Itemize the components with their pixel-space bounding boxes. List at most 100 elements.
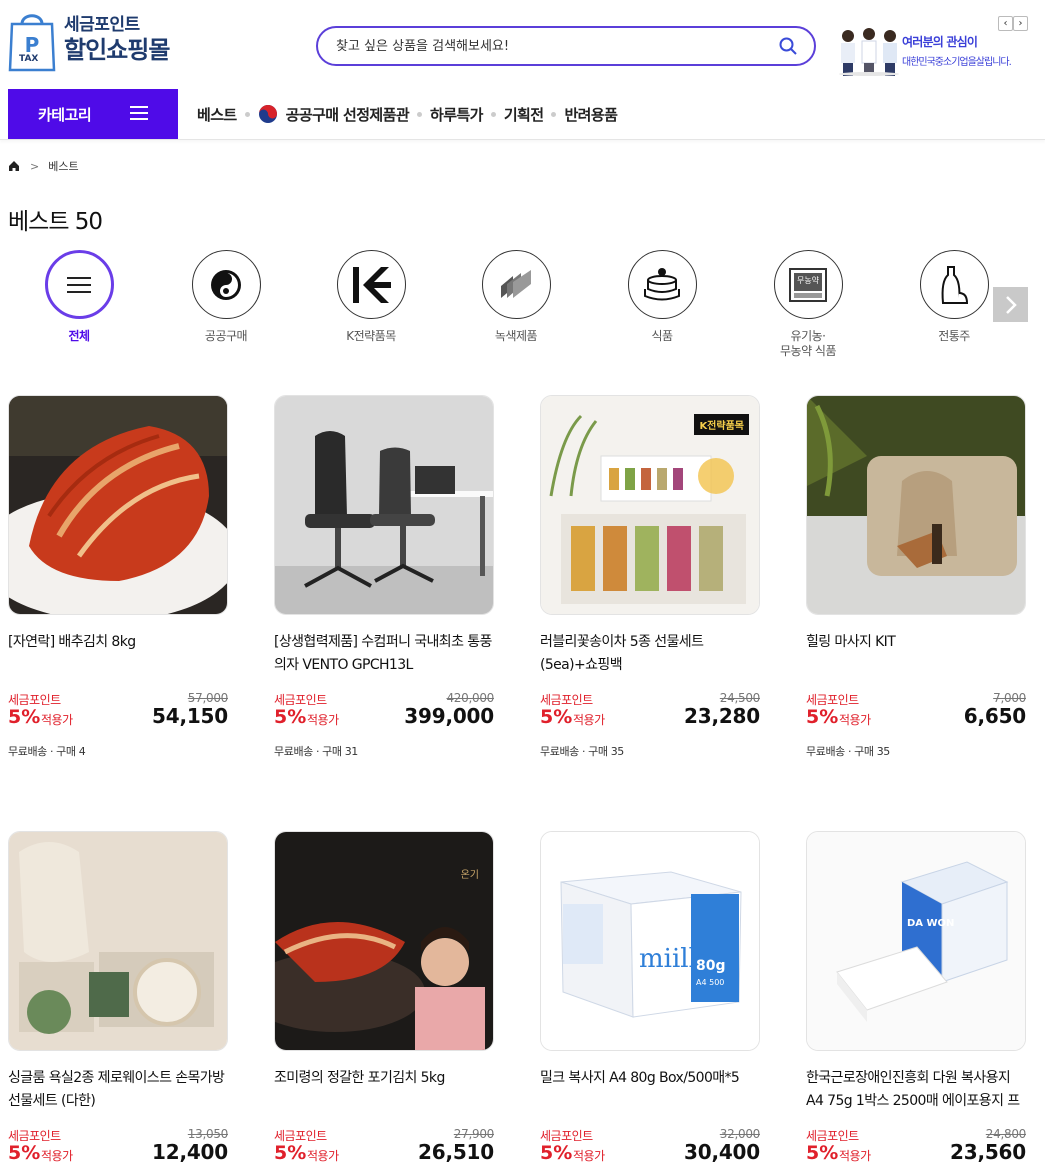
- applied-price-label: 적용가: [573, 713, 605, 727]
- category-label: 녹색제품: [494, 329, 538, 343]
- sale-price: 12,400: [152, 1140, 228, 1164]
- banner-line1: 여러분의 관심이: [902, 34, 978, 49]
- product-image[interactable]: [8, 831, 228, 1051]
- product-card[interactable]: DA WON 한국근로장애인진흥회 다원 복사용지 A4 75g 1박스 250…: [806, 831, 1026, 1169]
- applied-price-label: 적용가: [839, 713, 871, 727]
- product-card[interactable]: 온기 조미령의 정갈한 포기김치 5kg 세금포인트 27,900 5% 적용가…: [274, 831, 494, 1169]
- product-name[interactable]: [상생협력제품] 수컴퍼니 국내최초 통풍의자 VENTO GPCH13L: [274, 631, 494, 677]
- product-image[interactable]: K전략품목: [540, 395, 760, 615]
- product-name[interactable]: [자연락] 배추김치 8kg: [8, 631, 228, 677]
- sale-price: 54,150: [152, 704, 228, 728]
- product-name[interactable]: 힐링 마사지 KIT: [806, 631, 1026, 677]
- nav-separator: [551, 111, 557, 117]
- home-icon[interactable]: [8, 160, 20, 172]
- original-price: 24,800: [985, 1127, 1027, 1141]
- product-card[interactable]: 싱글룸 욕실2종 제로웨이스트 손목가방 선물세트 (다한) 세금포인트 13,…: [8, 831, 228, 1169]
- nav-pet-supplies[interactable]: 반려용품: [564, 104, 617, 125]
- category-label: 유기농· 무농약 식품: [753, 329, 863, 359]
- brand-dawon: DA WON: [907, 918, 955, 929]
- category-button[interactable]: 카테고리: [8, 89, 178, 139]
- category-k-strategy[interactable]: K전략품목: [316, 250, 426, 344]
- original-price: 7,000: [993, 691, 1026, 705]
- sale-price: 6,650: [963, 704, 1026, 728]
- carousel-next-icon[interactable]: [993, 287, 1028, 322]
- nav-exhibition[interactable]: 기획전: [504, 104, 544, 125]
- original-price: 27,900: [453, 1127, 495, 1141]
- product-name[interactable]: 싱글룸 욕실2종 제로웨이스트 손목가방 선물세트 (다한): [8, 1067, 228, 1113]
- cake-icon: [627, 250, 697, 319]
- page-title: 베스트 50: [8, 209, 103, 235]
- product-image[interactable]: DA WON: [806, 831, 1026, 1051]
- category-label-line1: 유기농·: [790, 329, 826, 343]
- banner-next-icon[interactable]: ›: [1013, 16, 1028, 31]
- applied-price-label: 적용가: [41, 1149, 73, 1163]
- logo-line1: 세금포인트: [64, 15, 140, 35]
- category-label: 식품: [651, 329, 673, 343]
- organic-icon: 무농약: [773, 250, 843, 319]
- applied-price-label: 적용가: [307, 1149, 339, 1163]
- product-card[interactable]: 힐링 마사지 KIT 세금포인트 7,000 5% 적용가 6,650 무료배송…: [806, 395, 1026, 759]
- category-green[interactable]: 녹색제품: [461, 250, 571, 344]
- category-food[interactable]: 식품: [607, 250, 717, 344]
- product-meta: 무료배송 · 구매 4: [8, 745, 86, 758]
- original-price: 420,000: [446, 691, 494, 705]
- sale-price: 399,000: [404, 704, 494, 728]
- category-all[interactable]: 전체: [24, 250, 134, 344]
- search-input[interactable]: [336, 38, 778, 54]
- logo-line2: 할인쇼핑몰: [64, 36, 170, 64]
- shopping-bag-logo-icon: P TAX: [8, 10, 56, 72]
- price-box: 세금포인트 420,000 5% 적용가 399,000: [274, 691, 494, 733]
- product-name[interactable]: 밀크 복사지 A4 80g Box/500매*5: [540, 1067, 760, 1113]
- product-name[interactable]: 러블리꽃송이차 5종 선물세트(5ea)+쇼핑백: [540, 631, 760, 677]
- product-image[interactable]: miilk 80g A4 500: [540, 831, 760, 1051]
- k-strategy-badge: K전략품목: [694, 414, 749, 435]
- paper-weight: 80g: [696, 958, 726, 974]
- original-price: 24,500: [719, 691, 761, 705]
- original-price: 32,000: [719, 1127, 761, 1141]
- breadcrumb-current: 베스트: [48, 160, 79, 173]
- product-image[interactable]: [8, 395, 228, 615]
- product-card[interactable]: K전략품목 러블리꽃송이차 5종 선물세트(5ea)+쇼핑백 세금포인트 24,…: [540, 395, 760, 759]
- category-organic[interactable]: 무농약 유기농· 무농약 식품: [753, 250, 863, 359]
- product-name[interactable]: 한국근로장애인진흥회 다원 복사용지 A4 75g 1박스 2500매 에이포용…: [806, 1067, 1026, 1113]
- organic-badge: 무농약: [796, 276, 820, 285]
- menu-icon: [44, 250, 114, 319]
- price-box: 세금포인트 7,000 5% 적용가 6,650: [806, 691, 1026, 733]
- nav-best[interactable]: 베스트: [197, 104, 237, 125]
- category-label-line2: 무농약 식품: [779, 344, 837, 358]
- discount-percent: 5%: [540, 1142, 573, 1164]
- nav-public-procurement-label: 공공구매 선정제품관: [285, 105, 410, 124]
- sale-price: 23,560: [950, 1140, 1026, 1164]
- brand-miilk: miilk: [639, 944, 705, 974]
- discount-percent: 5%: [806, 1142, 839, 1164]
- discount-percent: 5%: [8, 1142, 41, 1164]
- applied-price-label: 적용가: [839, 1149, 871, 1163]
- nav-separator: [417, 111, 423, 117]
- product-card[interactable]: [자연락] 배추김치 8kg 세금포인트 57,000 5% 적용가 54,15…: [8, 395, 228, 759]
- nav-separator: [490, 111, 496, 117]
- product-image[interactable]: 온기: [274, 831, 494, 1051]
- category-label: 전체: [68, 329, 90, 343]
- price-box: 세금포인트 24,800 5% 적용가 23,560: [806, 1127, 1026, 1169]
- category-public[interactable]: 공공구매: [171, 250, 281, 344]
- site-logo[interactable]: P TAX 세금포인트 할인쇼핑몰: [8, 10, 170, 72]
- discount-percent: 5%: [540, 706, 573, 728]
- nav-public-procurement[interactable]: 공공구매 선정제품관: [258, 104, 410, 125]
- nav-daily-deal[interactable]: 하루특가: [430, 104, 483, 125]
- product-card[interactable]: [상생협력제품] 수컴퍼니 국내최초 통풍의자 VENTO GPCH13L 세금…: [274, 395, 494, 759]
- product-image[interactable]: [806, 395, 1026, 615]
- bottle-icon: [919, 250, 989, 319]
- product-card[interactable]: miilk 80g A4 500 밀크 복사지 A4 80g Box/500매*…: [540, 831, 760, 1169]
- discount-percent: 5%: [8, 706, 41, 728]
- product-meta: 무료배송 · 구매 31: [274, 745, 358, 758]
- product-image[interactable]: [274, 395, 494, 615]
- nav-separator: [244, 111, 250, 117]
- banner-prev-icon[interactable]: ‹: [998, 16, 1013, 31]
- search-icon[interactable]: [778, 36, 798, 56]
- main-nav: 카테고리 베스트 공공구매 선정제품관 하루특가 기획전 반려용품: [0, 88, 1045, 140]
- applied-price-label: 적용가: [41, 713, 73, 727]
- price-box: 세금포인트 57,000 5% 적용가 54,150: [8, 691, 228, 733]
- price-box: 세금포인트 24,500 5% 적용가 23,280: [540, 691, 760, 733]
- original-price: 57,000: [187, 691, 229, 705]
- product-name[interactable]: 조미령의 정갈한 포기김치 5kg: [274, 1067, 494, 1113]
